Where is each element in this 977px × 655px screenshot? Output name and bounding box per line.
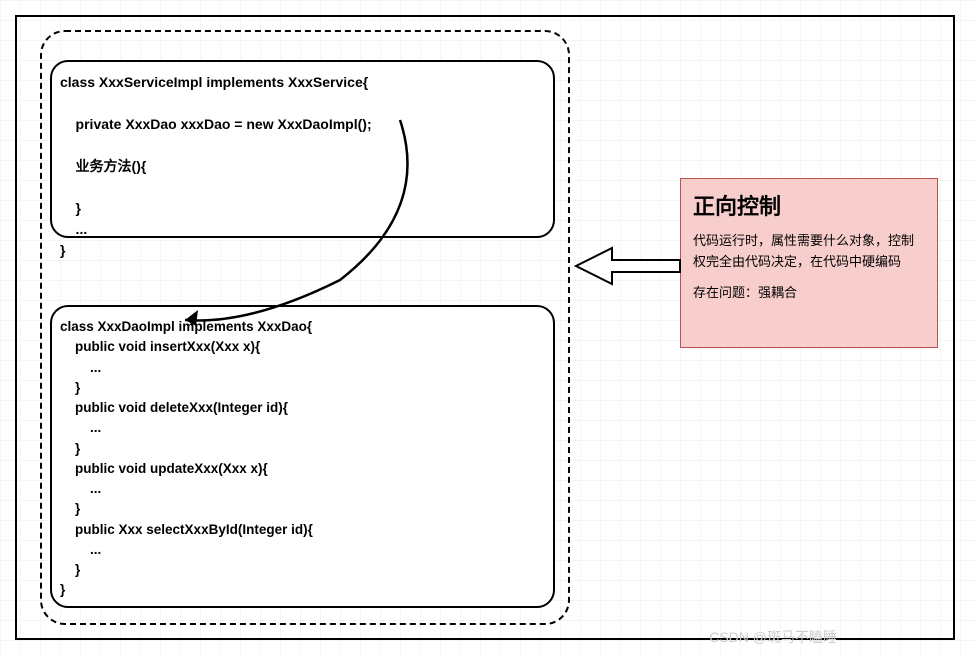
code-line: ... <box>60 418 545 438</box>
callout-title: 正向控制 <box>693 189 925 221</box>
dao-code-box: class XxxDaoImpl implements XxxDao{ publ… <box>50 305 555 608</box>
code-line <box>60 135 545 156</box>
code-line: public void updateXxx(Xxx x){ <box>60 459 545 479</box>
code-line: private XxxDao xxxDao = new XxxDaoImpl()… <box>60 114 545 135</box>
callout-body: 代码运行时，属性需要什么对象，控制权完全由代码决定，在代码中硬编码 <box>693 231 925 273</box>
code-line: 业务方法(){ <box>60 156 545 177</box>
code-line <box>60 177 545 198</box>
code-line: ... <box>60 479 545 499</box>
code-line: class XxxServiceImpl implements XxxServi… <box>60 72 545 93</box>
code-line: } <box>60 560 545 580</box>
code-line: ... <box>60 358 545 378</box>
code-line: } <box>60 240 545 261</box>
callout-footer: 存在问题：强耦合 <box>693 283 925 304</box>
code-line: ... <box>60 540 545 560</box>
code-line: } <box>60 439 545 459</box>
code-content-2: class XxxDaoImpl implements XxxDao{ publ… <box>60 317 545 601</box>
code-line: } <box>60 198 545 219</box>
callout-box: 正向控制 代码运行时，属性需要什么对象，控制权完全由代码决定，在代码中硬编码 存… <box>680 178 938 348</box>
code-content-1: class XxxServiceImpl implements XxxServi… <box>60 72 545 261</box>
code-line <box>60 93 545 114</box>
code-line: } <box>60 580 545 600</box>
code-line: } <box>60 378 545 398</box>
code-line: } <box>60 499 545 519</box>
code-line: public Xxx selectXxxById(Integer id){ <box>60 520 545 540</box>
code-line: class XxxDaoImpl implements XxxDao{ <box>60 317 545 337</box>
code-line: ... <box>60 219 545 240</box>
watermark: CSDN @斑马不瞌睡 <box>709 627 837 647</box>
service-code-box: class XxxServiceImpl implements XxxServi… <box>50 60 555 238</box>
code-line: public void insertXxx(Xxx x){ <box>60 337 545 357</box>
code-line: public void deleteXxx(Integer id){ <box>60 398 545 418</box>
